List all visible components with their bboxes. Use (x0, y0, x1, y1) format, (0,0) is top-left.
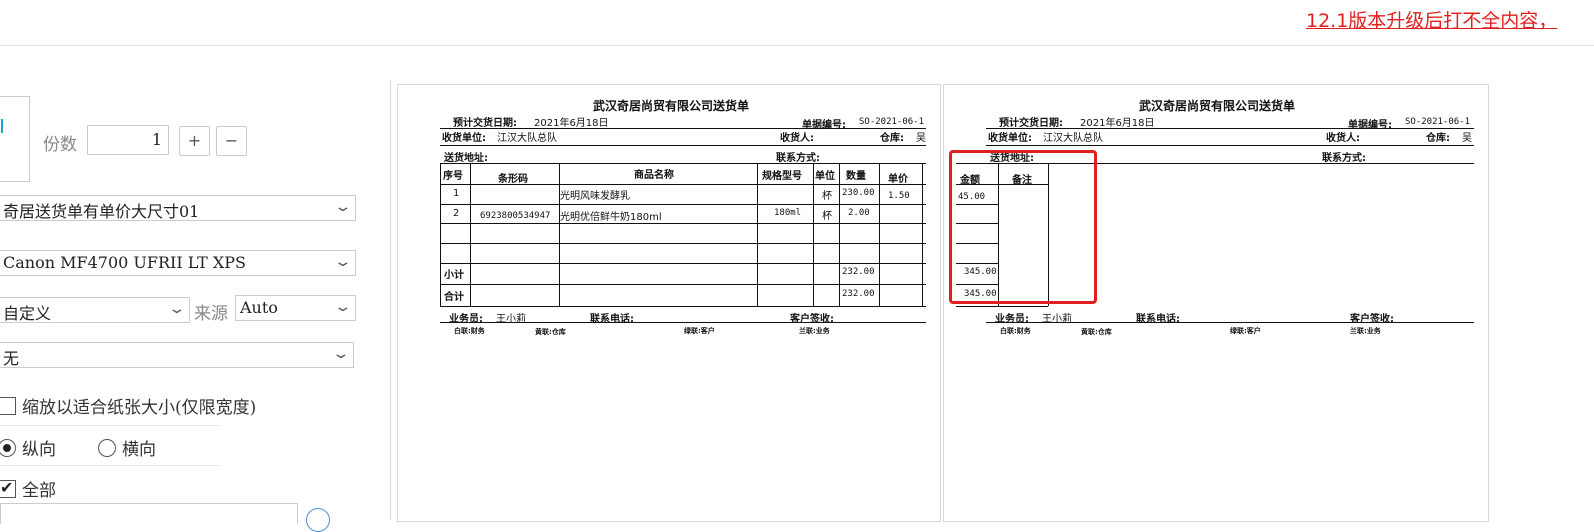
col-header-barcode: 条形码 (498, 174, 528, 185)
source-select[interactable]: Auto ⌄ (235, 295, 356, 321)
footer-note-4: 兰联:业务 (799, 327, 830, 335)
print-preview-page-1: 武汉奇居尚贸有限公司送货单 预计交货日期: 2021年6月18日 单据编号: S… (397, 84, 941, 522)
row1-unit: 杯 (822, 191, 832, 202)
row2-spec: 180ml (774, 208, 802, 218)
receiver-unit-label: 收货单位: (442, 133, 486, 144)
footer-note-4: 兰联:业务 (1350, 327, 1381, 335)
receiver-unit-label: 收货单位: (988, 133, 1032, 144)
address-label: 送货地址: (444, 153, 488, 164)
warehouse-label: 仓库: (880, 133, 904, 144)
row2-qty: 2.00 (848, 208, 870, 218)
top-bar: 12.1版本升级后打不全内容， (0, 0, 1594, 46)
warehouse-label: 仓库: (1426, 133, 1450, 144)
subtotal-label: 小计 (444, 270, 464, 281)
footer-note-2: 黄联:仓库 (535, 328, 566, 336)
col-header-no: 序号 (443, 171, 463, 182)
highlight-annotation-box (949, 150, 1097, 304)
printer-select[interactable]: Canon MF4700 UFRII LT XPS ⌄ (0, 250, 356, 276)
page-range-input[interactable] (0, 503, 298, 524)
delivery-date-value: 2021年6月18日 (534, 118, 609, 129)
divider (0, 425, 220, 426)
chevron-down-icon: ⌄ (333, 299, 353, 315)
divider (0, 465, 220, 466)
footer-note-3: 绿联:客户 (1230, 327, 1261, 335)
chevron-down-icon: ⌄ (167, 301, 187, 317)
checkbox-icon (0, 397, 16, 415)
paper-size-select[interactable]: 自定义 ⌄ (0, 297, 190, 323)
contact-label: 联系方式: (1322, 153, 1366, 164)
portrait-radio[interactable]: 纵向 (0, 435, 56, 460)
total-qty: 232.00 (842, 289, 875, 299)
delivery-date-label: 预计交货日期: (453, 118, 517, 129)
warehouse-value: 吴 (1462, 133, 1472, 144)
radio-unselected-icon (98, 439, 116, 457)
chevron-down-icon: ⌄ (333, 199, 353, 215)
footer-note-1: 白联:财务 (454, 327, 485, 335)
doc-no-value: SO-2021-06-1 (1405, 117, 1471, 127)
col-header-name: 商品名称 (634, 170, 674, 181)
panel-separator (390, 80, 391, 520)
total-label: 合计 (444, 292, 464, 303)
delivery-date-label: 预计交货日期: (999, 118, 1063, 129)
scale-to-fit-checkbox[interactable]: 缩放以适合纸张大小(仅限宽度) (0, 393, 256, 418)
footer-note-3: 绿联:客户 (684, 327, 715, 335)
col-header-unit: 单位 (815, 171, 835, 182)
landscape-label: 横向 (122, 440, 156, 460)
source-select-value: Auto (240, 298, 278, 317)
copies-increment-button[interactable]: + (179, 126, 210, 156)
receiver-unit-value: 江汉大队总队 (497, 133, 557, 144)
radio-selected-icon (0, 439, 16, 457)
delivery-note: 武汉奇居尚贸有限公司送货单 预计交货日期: 2021年6月18日 单据编号: S… (398, 85, 940, 521)
duplex-select[interactable]: 无 ⌄ (0, 342, 354, 368)
all-pages-checkbox[interactable]: ✔ 全部 (0, 476, 56, 501)
footer-note-2: 黄联:仓库 (1081, 328, 1112, 336)
duplex-select-value: 无 (3, 349, 20, 368)
printer-select-value: Canon MF4700 UFRII LT XPS (3, 253, 246, 272)
delivery-date-value: 2021年6月18日 (1080, 118, 1155, 129)
subtotal-qty: 232.00 (842, 267, 875, 277)
portrait-label: 纵向 (22, 440, 56, 460)
source-label: 来源 (194, 304, 228, 324)
doc-no-value: SO-2021-06-1 (859, 117, 925, 127)
row2-no: 2 (453, 208, 460, 219)
scale-to-fit-label: 缩放以适合纸张大小(仅限宽度) (22, 398, 257, 418)
row2-unit: 杯 (822, 211, 832, 222)
upgrade-notice-link[interactable]: 12.1版本升级后打不全内容， (1306, 6, 1557, 33)
chevron-down-icon: ⌄ (331, 346, 351, 362)
receiver-unit-value: 江汉大队总队 (1043, 133, 1103, 144)
doc-title: 武汉奇居尚贸有限公司送货单 (1139, 99, 1296, 113)
print-settings-panel (0, 46, 390, 520)
template-select[interactable]: 奇居送货单有单价大尺寸01 ⌄ (0, 195, 356, 221)
row1-price: 1.50 (888, 191, 910, 201)
col-header-price: 单价 (888, 174, 908, 185)
receiver-label: 收货人: (1326, 133, 1360, 144)
chevron-down-icon: ⌄ (333, 254, 353, 270)
paper-size-select-value: 自定义 (3, 304, 52, 323)
copies-decrement-button[interactable]: − (216, 126, 247, 156)
help-icon[interactable] (306, 508, 330, 532)
row1-qty: 230.00 (842, 188, 875, 198)
row2-name: 光明优倍鲜牛奶180ml (560, 212, 662, 223)
copies-label: 份数 (43, 135, 77, 155)
row1-no: 1 (453, 188, 460, 199)
footer-note-1: 白联:财务 (1000, 327, 1031, 335)
all-pages-label: 全部 (22, 481, 56, 501)
page-thumbnail[interactable] (0, 96, 30, 182)
contact-label: 联系方式: (776, 153, 820, 164)
doc-title: 武汉奇居尚贸有限公司送货单 (593, 99, 750, 113)
row2-barcode: 6923800534947 (480, 211, 551, 221)
receiver-label: 收货人: (780, 133, 814, 144)
row1-name: 光明风味发酵乳 (560, 191, 630, 202)
landscape-radio[interactable]: 横向 (98, 435, 156, 460)
col-header-qty: 数量 (846, 171, 866, 182)
warehouse-value: 吴 (916, 133, 926, 144)
col-header-spec: 规格型号 (762, 171, 802, 182)
copies-input[interactable]: 1 (87, 125, 169, 155)
checkbox-checked-icon: ✔ (0, 478, 16, 498)
thumbnail-marker (1, 119, 3, 133)
template-select-value: 奇居送货单有单价大尺寸01 (3, 202, 200, 221)
